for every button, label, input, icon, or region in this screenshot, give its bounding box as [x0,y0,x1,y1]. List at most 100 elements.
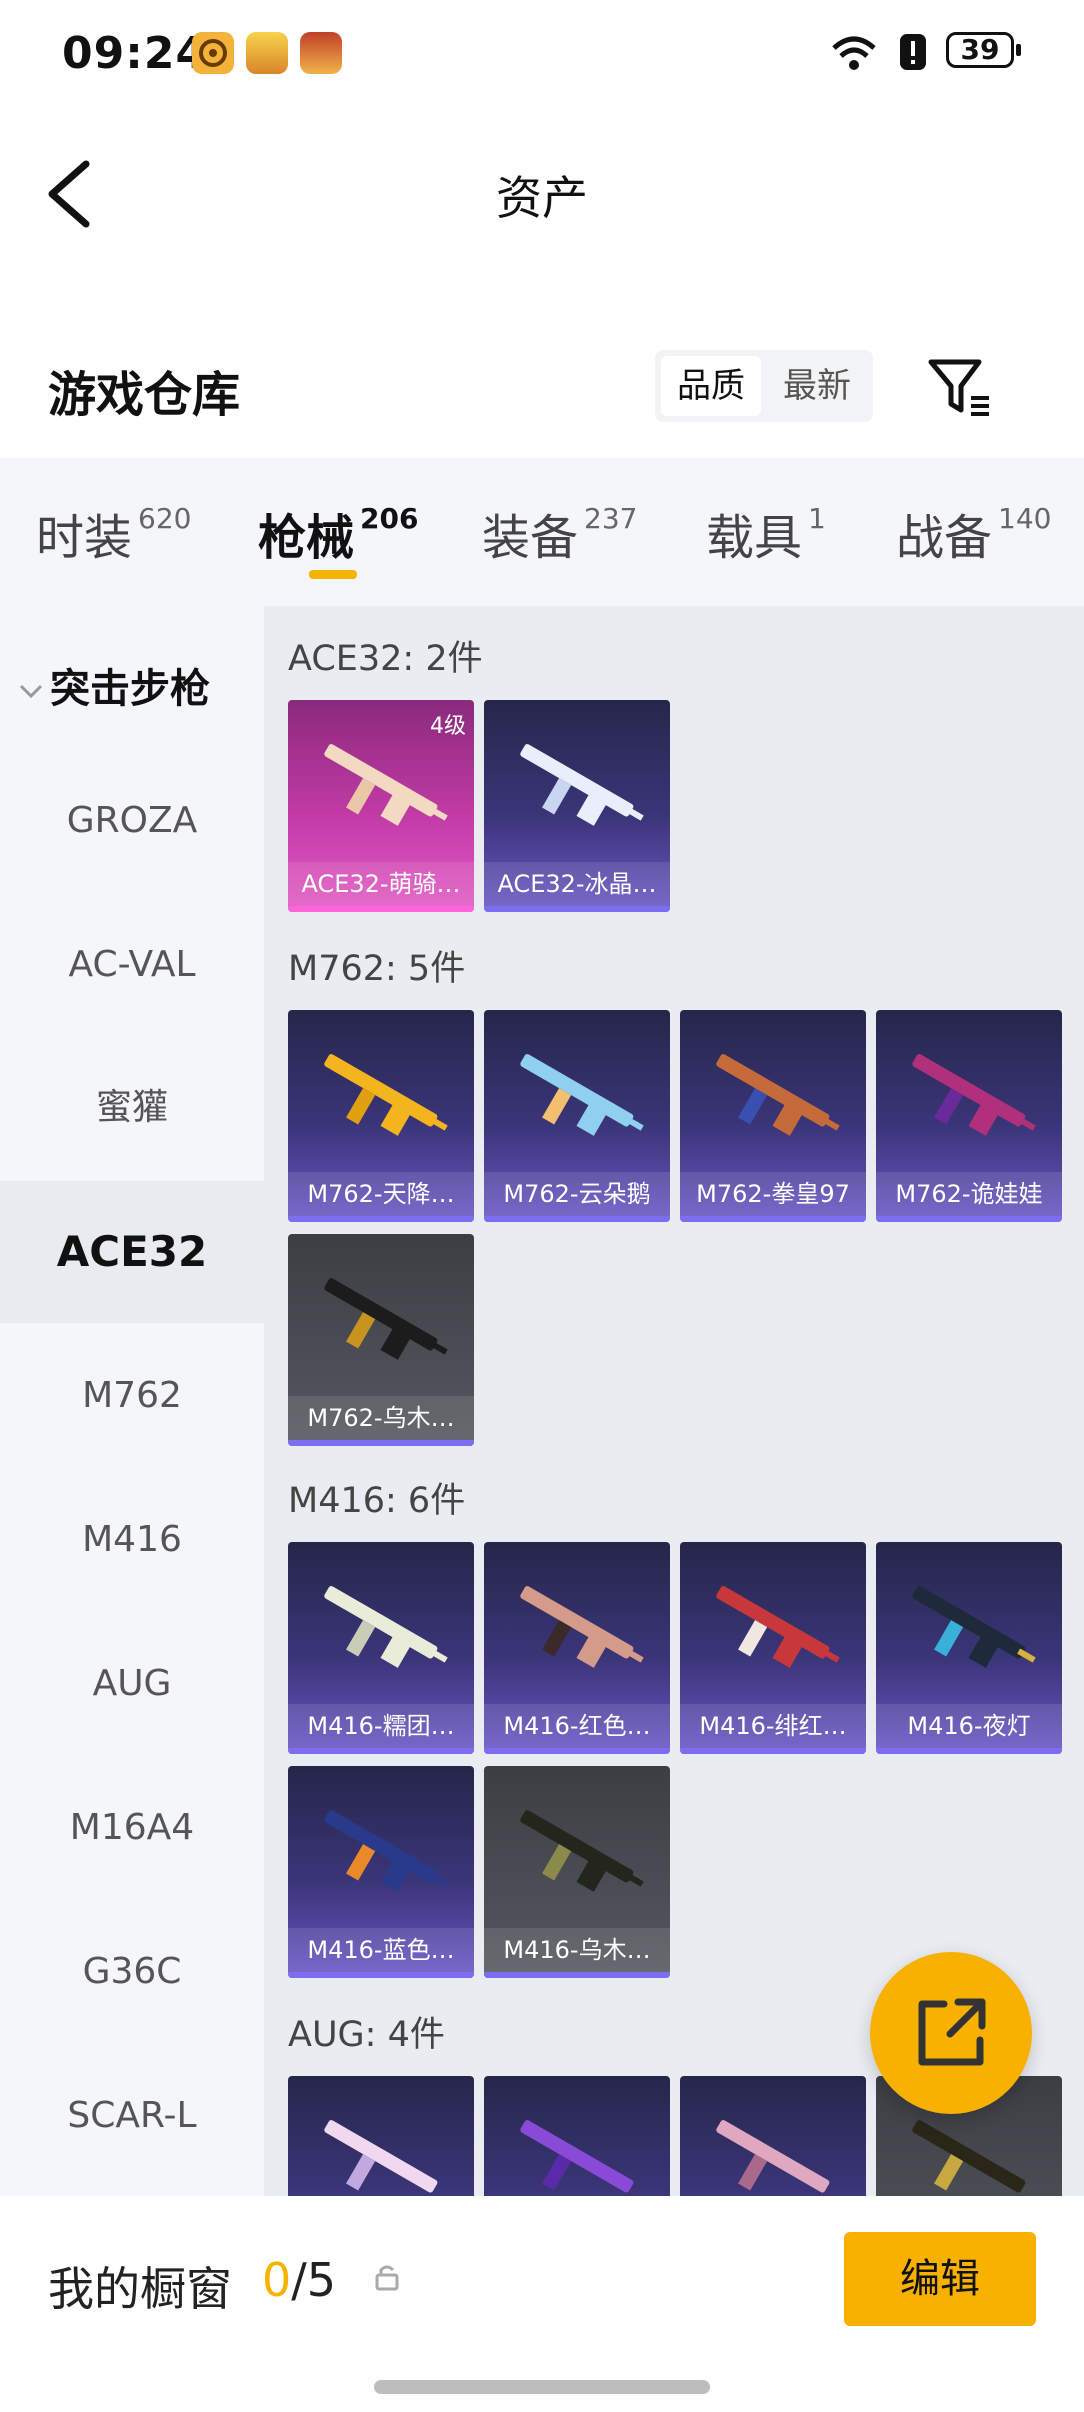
rarity-bar [484,906,670,912]
skin-card[interactable]: M416-蓝色… [288,1766,474,1978]
tab-label: 装备 [482,510,579,566]
rifle-skin-icon [324,1278,448,1360]
sort-toggle: 品质 最新 [655,350,873,422]
tab-label: 载具 [706,510,803,566]
rifle-skin-icon [912,2120,1026,2193]
rifle-skin-icon [324,1810,448,1892]
sort-by-newest[interactable]: 最新 [767,356,867,416]
skin-card[interactable]: M762-拳皇97 [680,1010,866,1222]
sidebar-item-aug[interactable]: AUG [0,1613,264,1755]
status-icons: 39 [828,30,1024,74]
rarity-bar [288,906,474,912]
sidebar-item-m16a4[interactable]: M16A4 [0,1757,264,1899]
active-tab-indicator [309,570,357,579]
group-title-m762: M762: 5件 [288,949,466,989]
rarity-bar [288,1748,474,1754]
tab-guns[interactable]: 枪械 206 [258,498,418,568]
group-title-aug: AUG: 4件 [288,2015,445,2055]
sidebar-item-groza[interactable]: GROZA [0,750,264,892]
skin-name: M762-乌木… [288,1396,474,1440]
tab-label: 枪械 [258,510,355,566]
skin-name: M416-糯团… [288,1704,474,1748]
skin-card[interactable]: M762-乌木… [288,1234,474,1446]
skin-name: M762-诡娃娃 [876,1172,1062,1216]
skin-name: M762-天降… [288,1172,474,1216]
tab-equipment[interactable]: 装备 237 [482,498,637,568]
battery-icon: 39 [946,32,1024,72]
skin-card[interactable] [288,2076,474,2196]
rarity-bar [288,1216,474,1222]
tab-outfits[interactable]: 时装 620 [36,498,191,568]
share-button[interactable] [870,1952,1032,2114]
skin-name: M762-云朵鹅 [484,1172,670,1216]
tab-label: 战备 [896,510,993,566]
rifle-skin-icon [716,1054,840,1136]
rifle-skin-icon [520,744,644,826]
rifle-skin-icon [912,1586,1036,1668]
rarity-bar [484,1748,670,1754]
sidebar-category-label: 突击步枪 [50,666,210,712]
app-notification-icon [192,32,234,74]
skin-card[interactable]: M416-糯团… [288,1542,474,1754]
lock-icon [375,2265,399,2291]
rarity-bar [484,1216,670,1222]
share-icon [918,1998,986,2066]
skin-card[interactable]: ACE32-冰晶… [484,700,670,912]
sidebar-item-m762[interactable]: M762 [0,1325,264,1467]
rarity-bar [288,1440,474,1446]
rifle-skin-icon [716,1586,840,1668]
skin-card[interactable]: M762-诡娃娃 [876,1010,1062,1222]
skin-card[interactable]: 4级 ACE32-萌骑… [288,700,474,912]
status-time: 09:24 [62,28,208,79]
group-title-ace32: ACE32: 2件 [288,639,483,679]
skin-card[interactable]: M416-夜灯 [876,1542,1062,1754]
warehouse-title: 游戏仓库 [48,367,241,423]
skin-card[interactable]: M762-云朵鹅 [484,1010,670,1222]
sidebar-item-ac-val[interactable]: AC-VAL [0,894,264,1036]
sidebar-item-scar-l[interactable]: SCAR-L [0,2045,264,2187]
skin-card[interactable] [680,2076,866,2196]
skin-card[interactable]: M416-红色… [484,1542,670,1754]
skin-card[interactable] [484,2076,670,2196]
rifle-skin-icon [716,2120,830,2193]
tab-label: 时装 [36,510,133,566]
rifle-skin-icon [520,1586,644,1668]
skin-card[interactable]: M762-天降… [288,1010,474,1222]
filter-button[interactable] [925,352,995,422]
edit-button[interactable]: 编辑 [844,2232,1036,2326]
tab-count: 620 [138,502,192,535]
wifi-icon [832,36,876,70]
sort-by-quality[interactable]: 品质 [661,356,761,416]
rifle-skin-icon [520,1054,644,1136]
rarity-bar [484,1972,670,1978]
rarity-bar [876,1748,1062,1754]
filter-icon [928,359,989,416]
showcase-count: 0/5 [262,2253,336,2307]
category-tabs: 时装 620 枪械 206 装备 237 载具 1 战备 140 [0,458,1084,606]
tab-count: 237 [584,502,638,535]
sidebar-item-g36c[interactable]: G36C [0,1901,264,2043]
game-app-icon-2 [300,32,342,74]
rifle-skin-icon [324,1586,448,1668]
rarity-bar [680,1748,866,1754]
skin-name: M416-乌木… [484,1928,670,1972]
tab-vehicles[interactable]: 载具 1 [706,498,826,568]
chevron-down-icon [19,684,43,699]
sidebar-item-ace32[interactable]: ACE32 [0,1181,264,1323]
showcase-current: 0 [262,2253,292,2307]
page-title: 资产 [496,171,588,225]
rarity-bar [680,1216,866,1222]
game-app-icon [246,32,288,74]
skin-card[interactable]: M416-乌木… [484,1766,670,1978]
tab-supplies[interactable]: 战备 140 [896,498,1051,568]
rifle-skin-icon [324,1054,448,1136]
sidebar-item-m416[interactable]: M416 [0,1469,264,1611]
group-title-m416: M416: 6件 [288,1481,466,1521]
skin-card[interactable]: M416-绯红… [680,1542,866,1754]
sidebar-item-honey-badger[interactable]: 蜜獾 [0,1037,264,1179]
skin-name: M416-红色… [484,1704,670,1748]
skin-name: M416-蓝色… [288,1928,474,1972]
skin-name: M416-绯红… [680,1704,866,1748]
sidebar-category-assault-rifle[interactable]: 突击步枪 [18,656,210,714]
rifle-skin-icon [520,2120,634,2193]
